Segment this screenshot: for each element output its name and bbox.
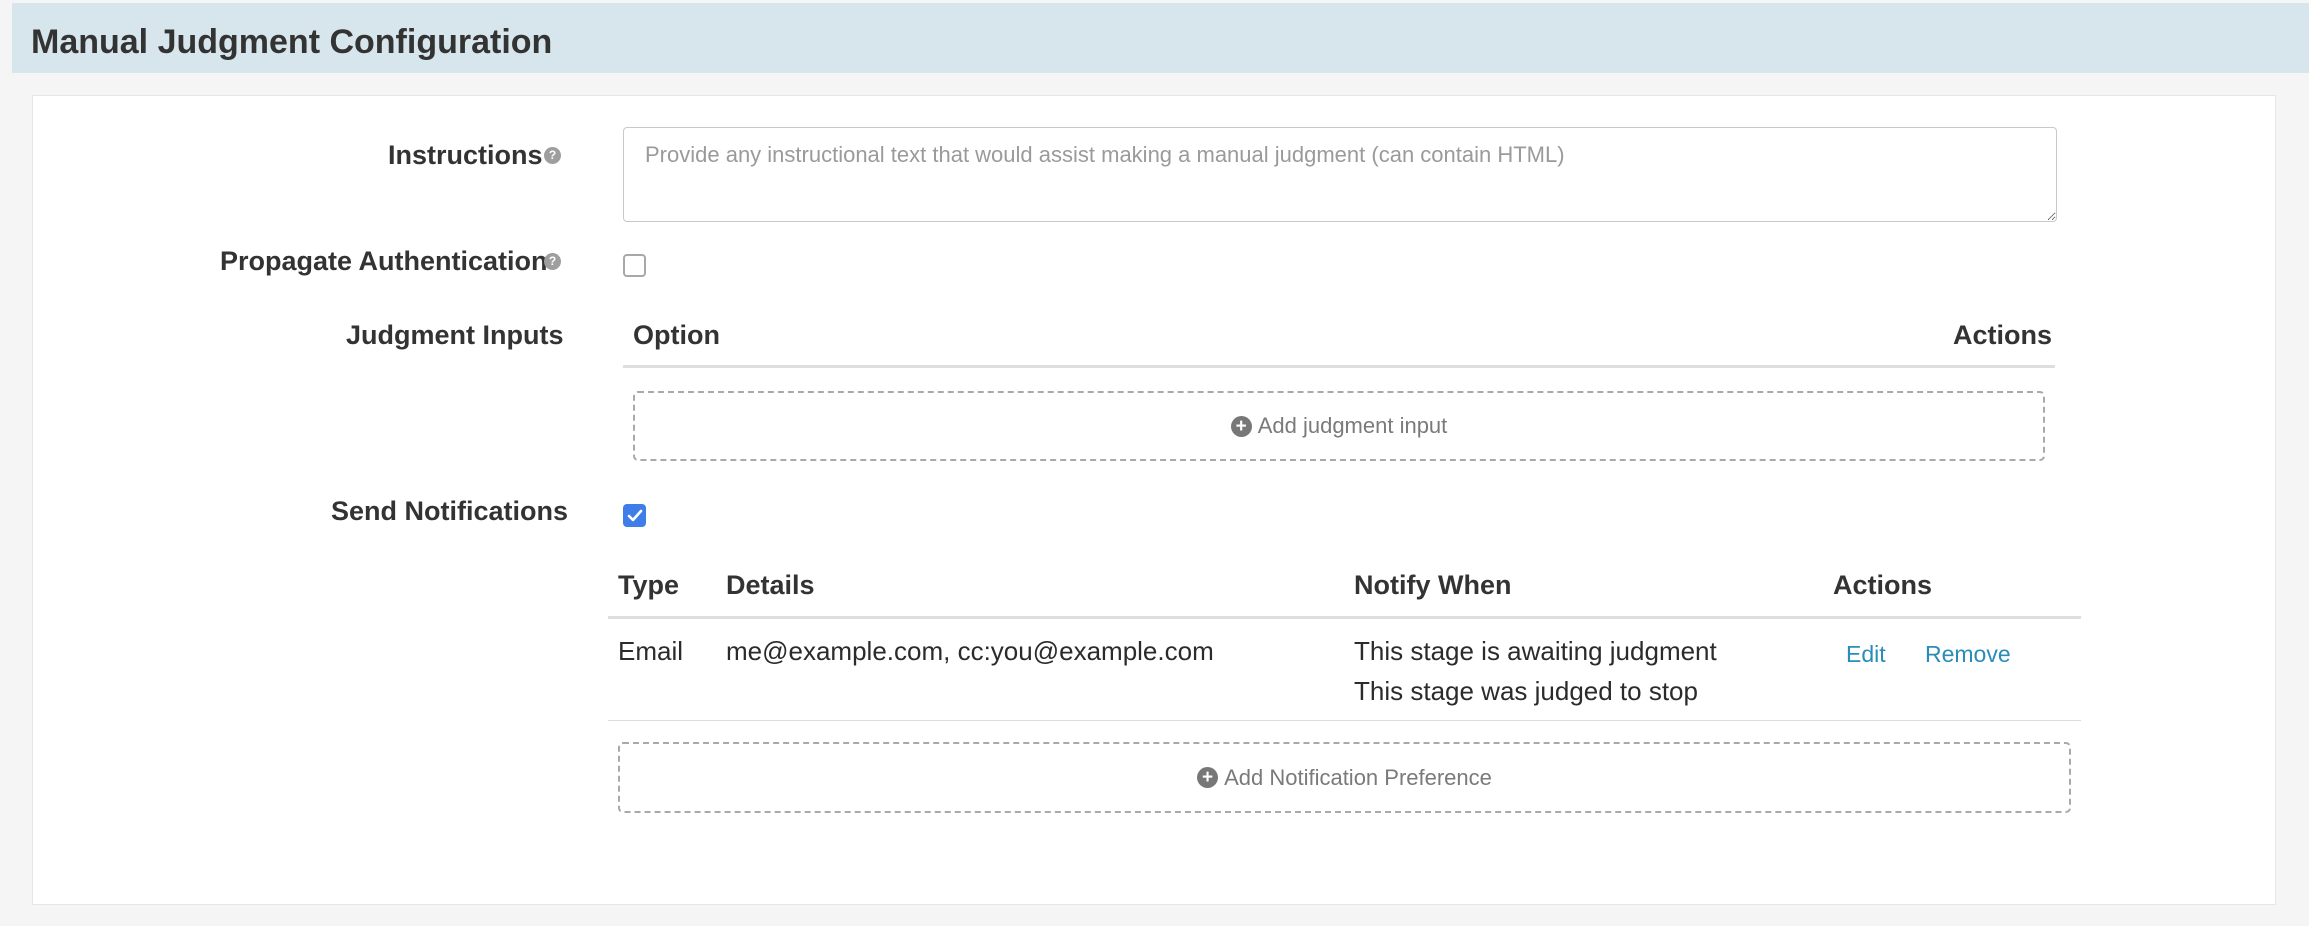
notify-when-column-header: Notify When — [1354, 570, 1512, 600]
check-icon — [627, 509, 643, 522]
type-column-header: Type — [618, 570, 680, 600]
add-notification-preference-label: Add Notification Preference — [1224, 764, 1492, 790]
add-notification-preference-button[interactable]: + Add Notification Preference — [618, 742, 2071, 813]
notification-details: me@example.com, cc:you@example.com — [726, 636, 1214, 666]
page-title: Manual Judgment Configuration — [31, 23, 553, 61]
option-column-header: Option — [633, 320, 720, 350]
plus-circle-icon: + — [1197, 767, 1219, 788]
help-circle-icon[interactable]: ? — [544, 147, 561, 164]
details-column-header: Details — [726, 570, 815, 600]
add-judgment-input-label: Add judgment input — [1257, 413, 1448, 438]
edit-notification-link[interactable]: Edit — [1846, 641, 1886, 668]
row-divider — [608, 720, 2081, 721]
plus-circle-icon: + — [1230, 415, 1252, 437]
propagate-authentication-checkbox[interactable] — [623, 254, 646, 277]
judgment-inputs-label: Judgment Inputs — [346, 320, 564, 350]
send-notifications-checkbox[interactable] — [623, 504, 646, 527]
instructions-label: Instructions — [388, 140, 543, 170]
remove-notification-link[interactable]: Remove — [1925, 641, 2011, 668]
notify-when-item: This stage is awaiting judgment — [1354, 636, 1717, 666]
table-header-rule — [623, 365, 2055, 368]
notify-when-item: This stage was judged to stop — [1354, 676, 1698, 706]
instructions-input[interactable] — [623, 127, 2057, 222]
page-header: Manual Judgment Configuration — [12, 3, 2309, 73]
actions-column-header: Actions — [1833, 570, 1933, 600]
help-circle-icon[interactable]: ? — [544, 253, 561, 270]
send-notifications-label: Send Notifications — [331, 496, 569, 526]
propagate-authentication-label: Propagate Authentication — [220, 246, 548, 276]
add-judgment-input-button[interactable]: + Add judgment input — [633, 391, 2045, 461]
table-header-rule — [608, 616, 2081, 619]
actions-column-header: Actions — [1953, 320, 2053, 350]
notification-type: Email — [618, 636, 684, 666]
